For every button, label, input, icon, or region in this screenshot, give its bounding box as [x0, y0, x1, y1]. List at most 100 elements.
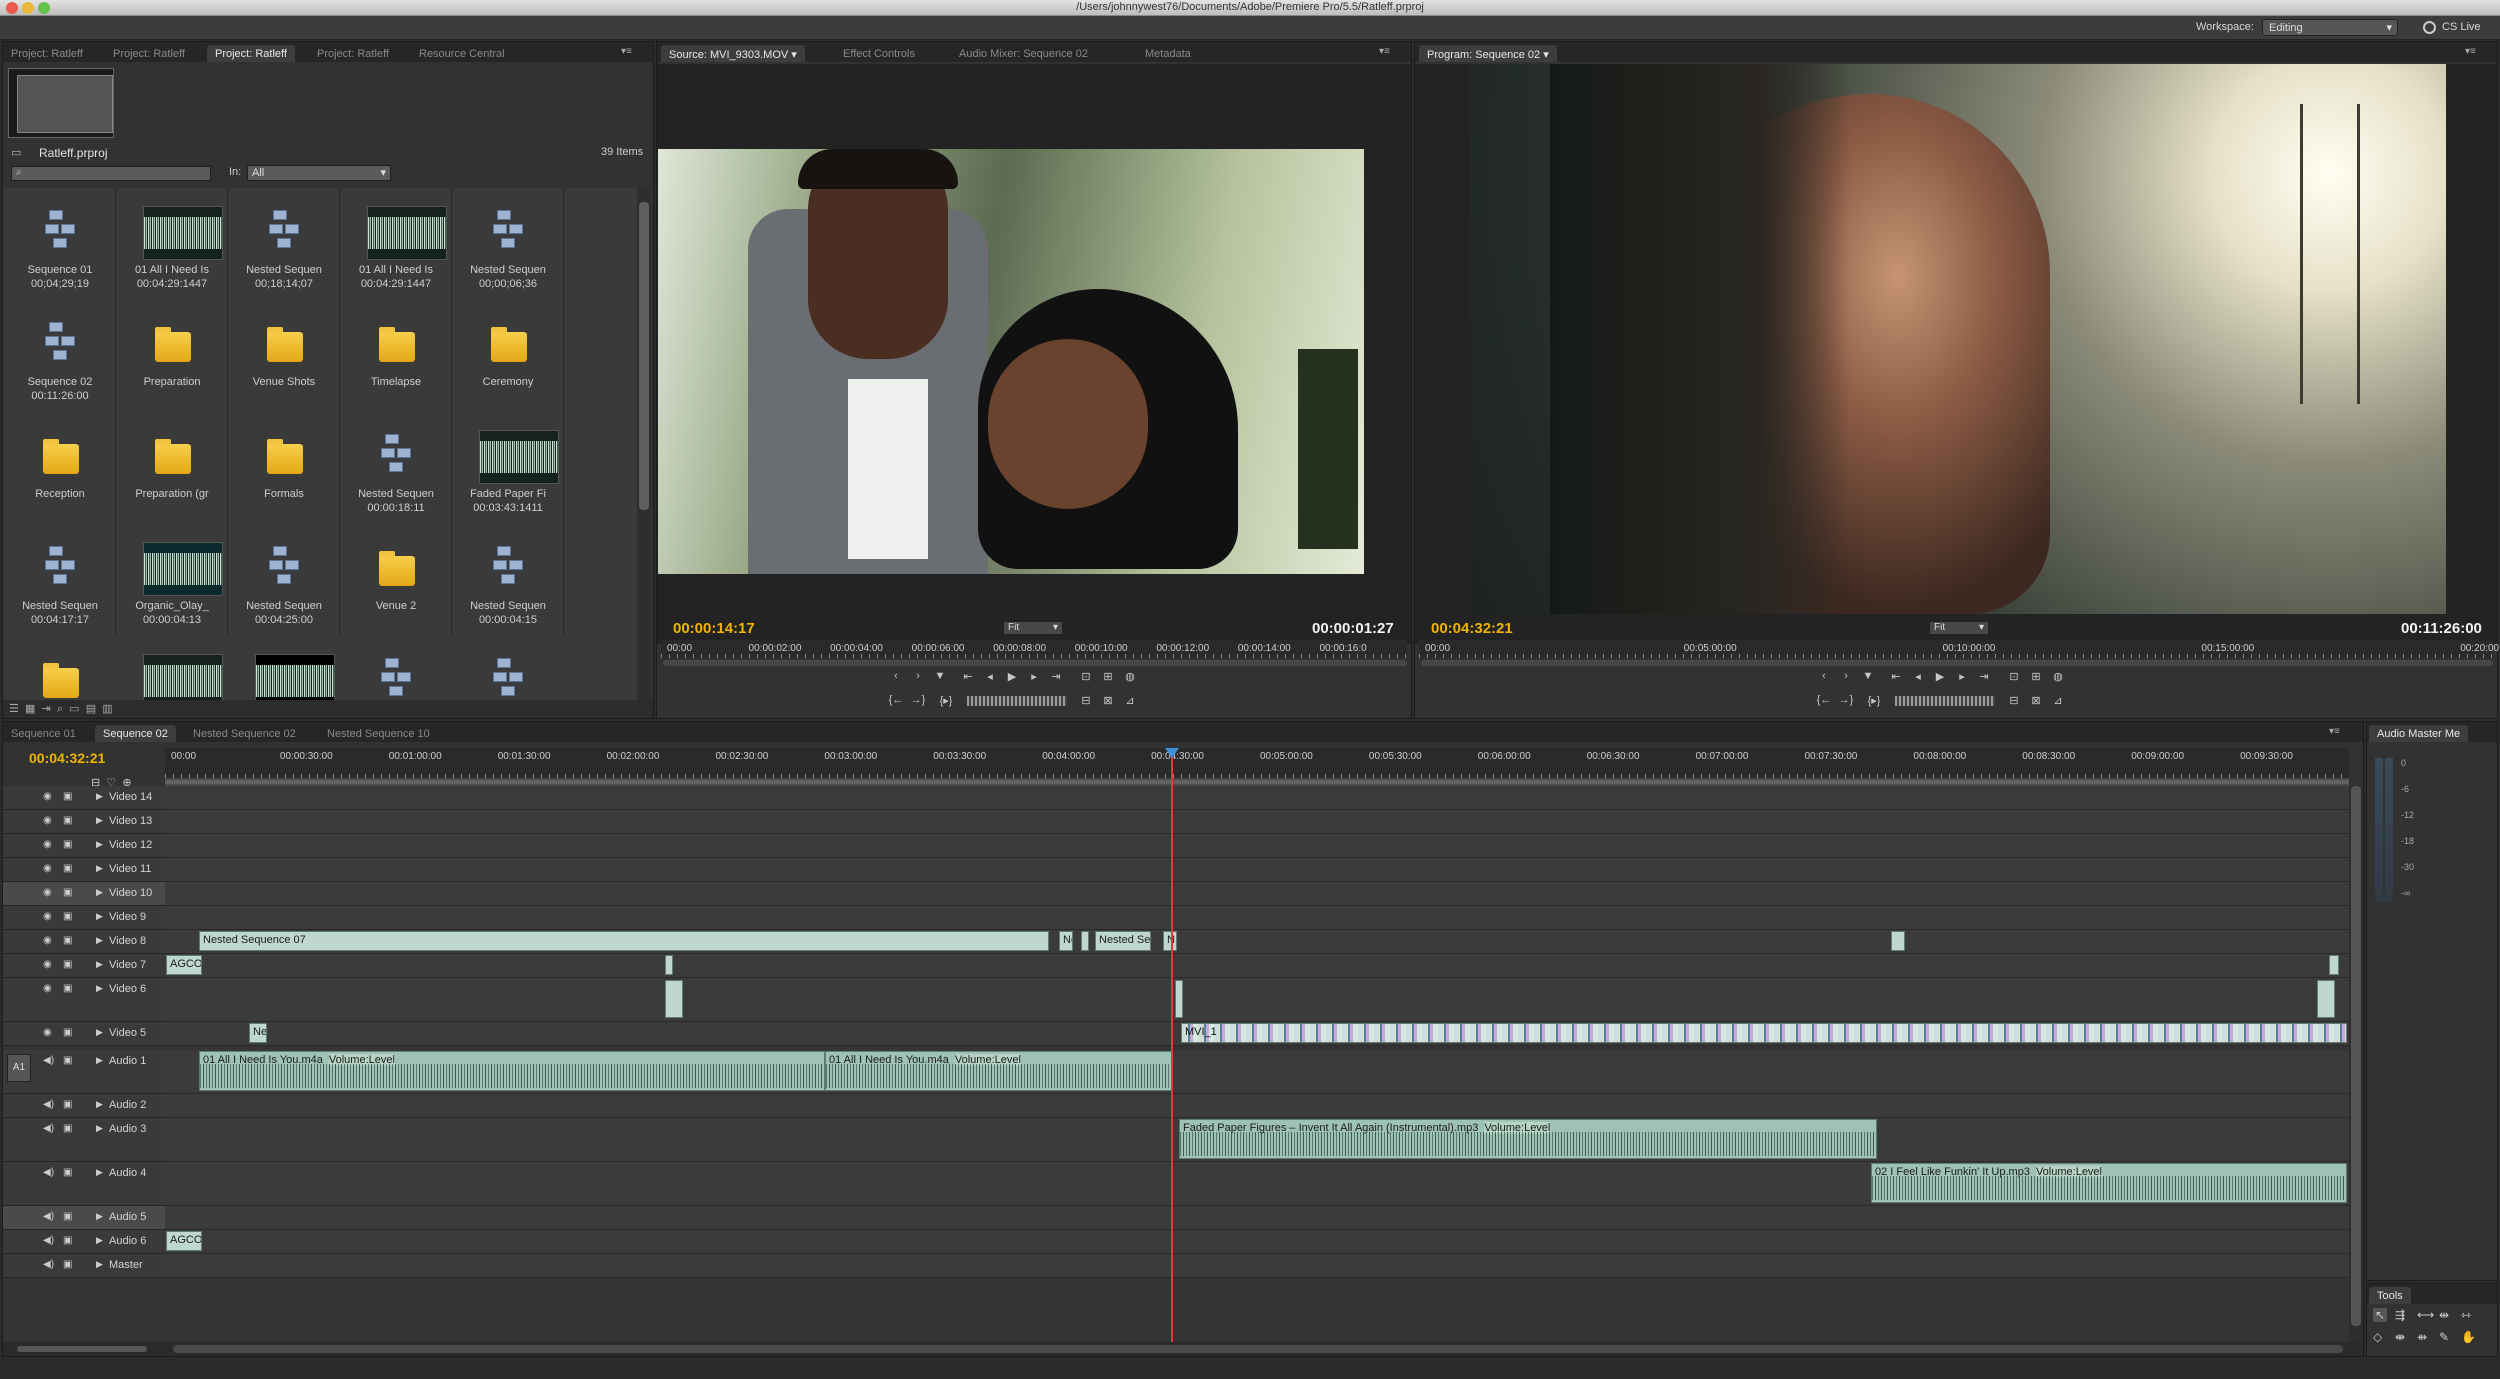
- ripple-edit-tool-icon[interactable]: ⟷: [2417, 1308, 2434, 1322]
- video-clip[interactable]: [665, 955, 673, 975]
- lock-icon[interactable]: ▣: [63, 1259, 72, 1270]
- new-bin-icon[interactable]: ▭: [69, 703, 79, 715]
- eye-icon[interactable]: ◉: [43, 983, 52, 994]
- volume-level-dropdown[interactable]: Volume:Level: [954, 1054, 1021, 1066]
- lock-icon[interactable]: ▣: [63, 839, 72, 850]
- rate-stretch-tool-icon[interactable]: ⇿: [2461, 1308, 2471, 1322]
- lock-icon[interactable]: ▣: [63, 1211, 72, 1222]
- expand-triangle-icon[interactable]: ▶: [96, 983, 103, 994]
- timeline-horizontal-scrollbar[interactable]: [3, 1342, 2363, 1356]
- speaker-icon[interactable]: ◀): [43, 1167, 54, 1178]
- project-item-folder[interactable]: Ceremony: [453, 302, 563, 412]
- go-to-in-icon[interactable]: ⇤: [959, 670, 977, 686]
- tab-audio-master-meters[interactable]: Audio Master Me: [2369, 725, 2469, 742]
- expand-triangle-icon[interactable]: ▶: [96, 1123, 103, 1134]
- expand-triangle-icon[interactable]: ▶: [96, 791, 103, 802]
- mark-out-icon[interactable]: ›: [1837, 670, 1855, 686]
- project-item-sequence[interactable]: Sequence 01 00;04;29;19: [5, 190, 115, 300]
- pen-tool-icon[interactable]: ✎: [2439, 1330, 2449, 1344]
- expand-triangle-icon[interactable]: ▶: [96, 1055, 103, 1066]
- audio-clip[interactable]: Faded Paper Figures – Invent It All Agai…: [1179, 1119, 1877, 1159]
- overwrite-icon[interactable]: ⊞: [1099, 670, 1117, 686]
- timeline-ruler[interactable]: 00:00 00:00:30:00 00:01:00:00 00:01:30:00 00…: [165, 748, 2349, 778]
- audio-track-header[interactable]: ◀) ▣ ▶ Audio 4: [3, 1162, 165, 1206]
- icon-view-icon[interactable]: ▦: [25, 703, 35, 715]
- video-clip[interactable]: Ne: [1059, 931, 1073, 951]
- audio-track-header[interactable]: ◀) ▣ ▶ Audio 6: [3, 1230, 165, 1254]
- video-track-row[interactable]: Nested Sequence 07 Ne Nested Se N: [165, 930, 2349, 954]
- project-item-folder[interactable]: Formals: [229, 414, 339, 524]
- video-track-row[interactable]: [165, 786, 2349, 810]
- expand-triangle-icon[interactable]: ▶: [96, 1099, 103, 1110]
- lock-icon[interactable]: ▣: [63, 983, 72, 994]
- hand-tool-icon[interactable]: ✋: [2461, 1330, 2476, 1344]
- expand-triangle-icon[interactable]: ▶: [96, 1027, 103, 1038]
- video-track-row[interactable]: [165, 834, 2349, 858]
- program-time-ruler[interactable]: 00:00 00:05:00:00 00:10:00:00 00:15:00:00 00…: [1419, 640, 2500, 658]
- video-track-row[interactable]: [165, 810, 2349, 834]
- speaker-icon[interactable]: ◀): [43, 1211, 54, 1222]
- lock-icon[interactable]: ▣: [63, 887, 72, 898]
- video-clip[interactable]: [665, 980, 683, 1018]
- tab-sequence-02[interactable]: Sequence 02: [95, 725, 176, 742]
- speaker-icon[interactable]: ◀): [43, 1235, 54, 1246]
- video-track-row[interactable]: [165, 978, 2349, 1022]
- search-input[interactable]: ⌕: [11, 166, 211, 181]
- audio-track-header[interactable]: ◀) ▣ ▶ Audio 5: [3, 1206, 165, 1230]
- extract-icon[interactable]: ⊞: [2027, 670, 2045, 686]
- program-fit-select[interactable]: Fit ▾: [1929, 621, 1989, 635]
- lock-icon[interactable]: ▣: [63, 1027, 72, 1038]
- eye-icon[interactable]: ◉: [43, 1027, 52, 1038]
- video-track-header[interactable]: ◉ ▣ ▶ Video 13: [3, 810, 165, 834]
- audio-track-row[interactable]: 01 All I Need Is You.m4a Volume:Level 01 A…: [165, 1050, 2349, 1094]
- project-item-sequence[interactable]: Nested Sequen 00;00;06;36: [453, 190, 563, 300]
- project-item-sequence[interactable]: Nested Sequen 00:00:04:15: [453, 526, 563, 636]
- panel-menu-icon[interactable]: ▾≡: [2465, 46, 2476, 57]
- audio-track-header[interactable]: ◀) ▣ ▶ Audio 2: [3, 1094, 165, 1118]
- clear-icon[interactable]: ▥: [102, 703, 112, 715]
- export-frame-icon[interactable]: ◍: [2049, 670, 2067, 686]
- project-scroll-thumb[interactable]: [639, 202, 649, 510]
- video-track-row[interactable]: [165, 906, 2349, 930]
- eye-icon[interactable]: ◉: [43, 791, 52, 802]
- project-item-folder[interactable]: Venue 2: [341, 526, 451, 636]
- tab-sequence-01[interactable]: Sequence 01: [3, 725, 84, 742]
- eye-icon[interactable]: ◉: [43, 815, 52, 826]
- eye-icon[interactable]: ◉: [43, 935, 52, 946]
- go-to-out-icon[interactable]: ⇥: [1047, 670, 1065, 686]
- video-track-header[interactable]: ◉ ▣ ▶ Video 14: [3, 786, 165, 810]
- video-track-header[interactable]: ◉ ▣ ▶ Video 5: [3, 1022, 165, 1046]
- project-item-folder[interactable]: Venue Shots: [229, 302, 339, 412]
- audio-track-row[interactable]: [165, 1094, 2349, 1118]
- expand-triangle-icon[interactable]: ▶: [96, 1259, 103, 1270]
- speaker-icon[interactable]: ◀): [43, 1259, 54, 1270]
- video-clip[interactable]: Nested Sequence 07: [199, 931, 1049, 951]
- eye-icon[interactable]: ◉: [43, 887, 52, 898]
- project-item-audio[interactable]: [117, 638, 227, 700]
- eye-icon[interactable]: ◉: [43, 959, 52, 970]
- automate-icon[interactable]: ⇥: [42, 703, 51, 715]
- go-to-out-icon[interactable]: ⇥: [1975, 670, 1993, 686]
- project-item-folder[interactable]: Timelapse: [341, 302, 451, 412]
- project-item-sequence[interactable]: Sequence 02 00:11:26:00: [5, 302, 115, 412]
- video-track-header[interactable]: ◉ ▣ ▶ Video 7: [3, 954, 165, 978]
- trim-icon[interactable]: ⊿: [1121, 694, 1139, 710]
- razor-tool-icon[interactable]: ◇: [2373, 1330, 2382, 1344]
- list-view-icon[interactable]: ☰: [9, 703, 19, 715]
- expand-triangle-icon[interactable]: ▶: [96, 1211, 103, 1222]
- tab-project-3[interactable]: Project: Ratleff: [207, 45, 295, 62]
- expand-triangle-icon[interactable]: ▶: [96, 863, 103, 874]
- tab-source[interactable]: Source: MVI_9303.MOV ▾: [661, 45, 805, 62]
- lock-icon[interactable]: ▣: [63, 911, 72, 922]
- audio-track-row[interactable]: 02 I Feel Like Funkin' It Up.mp3 Volume:L…: [165, 1162, 2349, 1206]
- lock-icon[interactable]: ▣: [63, 791, 72, 802]
- video-clip[interactable]: [1175, 980, 1183, 1018]
- lock-icon[interactable]: ▣: [63, 959, 72, 970]
- expand-triangle-icon[interactable]: ▶: [96, 839, 103, 850]
- source-zoom-bar[interactable]: [663, 660, 1407, 666]
- audio-track-row[interactable]: Faded Paper Figures – Invent It All Agai…: [165, 1118, 2349, 1162]
- mark-out-icon[interactable]: ›: [909, 670, 927, 686]
- video-clip[interactable]: N: [1163, 931, 1177, 951]
- rolling-edit-tool-icon[interactable]: ⇹: [2439, 1308, 2449, 1322]
- project-item-sequence[interactable]: Nested Sequen 00;18;14;07: [229, 190, 339, 300]
